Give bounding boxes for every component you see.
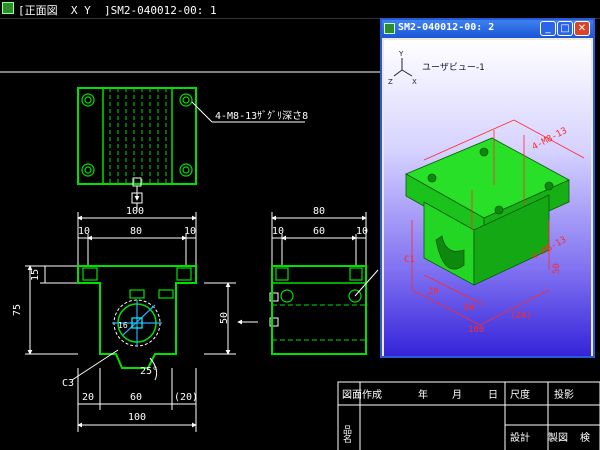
iso-dim-20r: (20) bbox=[510, 311, 532, 321]
title-block-name: 品名 bbox=[341, 425, 352, 444]
title-block-check: 検 bbox=[580, 431, 590, 444]
iso-dim-c1: C1 bbox=[404, 255, 415, 265]
title-block-projection: 投影 bbox=[554, 388, 574, 401]
title-block-created: 図面作成 bbox=[342, 389, 382, 401]
dim-50: 50 bbox=[219, 312, 230, 324]
view-label: ユーザビュー-1 bbox=[422, 63, 485, 73]
title-block-scale: 尺度 bbox=[510, 388, 530, 401]
bolt-hole bbox=[179, 163, 193, 177]
isometric-model: Y Z X 4-M8-13 C1 20 60 100 50 (20) 4-M8-… bbox=[388, 50, 585, 335]
side-dim-10a: 10 bbox=[272, 226, 284, 237]
dim-20: 20 bbox=[82, 392, 94, 403]
iso-dim-100: 100 bbox=[468, 325, 484, 335]
isometric-window-titlebar[interactable]: SM2-040012-00: 2 _ □ ✕ bbox=[382, 20, 593, 38]
bolt-hole bbox=[179, 93, 193, 107]
title-block-day: 日 bbox=[488, 390, 498, 401]
dim-80: 80 bbox=[130, 226, 142, 237]
title-block-drafting: 製図 bbox=[548, 431, 568, 444]
dim-c3: C3 bbox=[62, 378, 74, 389]
dim-15: 15 bbox=[30, 269, 41, 281]
top-width-dim: 100 bbox=[126, 206, 144, 217]
iso-dim-60: 60 bbox=[464, 303, 475, 313]
main-window-titlebar[interactable]: [正面図 X Y ]SM2-040012-00: 1 bbox=[0, 0, 600, 19]
side-dim-80: 80 bbox=[313, 206, 325, 217]
isometric-viewport[interactable]: Y Z X 4-M8-13 C1 20 60 100 50 (20) 4-M8-… bbox=[384, 40, 591, 356]
iso-dim-20: 20 bbox=[428, 287, 439, 297]
minimize-button[interactable]: _ bbox=[540, 21, 556, 36]
cad-app-icon bbox=[2, 2, 14, 14]
cad-app-icon bbox=[384, 23, 395, 34]
axis-z-label: Z bbox=[388, 78, 393, 86]
dim-20r: (20) bbox=[174, 392, 198, 403]
bolt-hole bbox=[81, 163, 95, 177]
dim-25deg: 25° bbox=[140, 366, 158, 377]
dim-10a: 10 bbox=[78, 226, 90, 237]
maximize-button[interactable]: □ bbox=[557, 21, 573, 36]
top-view bbox=[77, 87, 197, 201]
axis-x-icon bbox=[401, 69, 413, 77]
green-block bbox=[405, 137, 570, 286]
dim-10b: 10 bbox=[184, 226, 196, 237]
axis-z-icon bbox=[393, 69, 403, 77]
title-block-year: 年 bbox=[418, 388, 428, 401]
dim-100: 100 bbox=[128, 412, 146, 423]
hole-note: 4-M8-13ｻﾞｸﾞﾘ深さ8 bbox=[215, 110, 308, 122]
isometric-window-title: SM2-040012-00: 2 bbox=[398, 22, 495, 33]
title-block-design: 設計 bbox=[510, 431, 530, 444]
iso-dim-note: 4-M8-13 bbox=[531, 126, 569, 153]
close-button[interactable]: ✕ bbox=[574, 21, 590, 36]
main-window-title: [正面図 X Y ]SM2-040012-00: 1 bbox=[18, 4, 217, 17]
isometric-view-window[interactable]: SM2-040012-00: 2 _ □ ✕ Y Z X 4-M8-13 C1 … bbox=[380, 18, 595, 358]
side-dim-60: 60 bbox=[313, 226, 325, 237]
dim-75: 75 bbox=[12, 304, 23, 316]
side-view bbox=[271, 265, 367, 355]
bolt-hole bbox=[81, 93, 95, 107]
iso-dim-50: 50 bbox=[552, 263, 562, 274]
dim-16: 16 bbox=[118, 321, 128, 330]
title-block-month: 月 bbox=[452, 389, 462, 401]
top-view-outline bbox=[77, 87, 197, 185]
axis-x-label: X bbox=[412, 78, 417, 86]
side-dim-10b: 10 bbox=[356, 226, 368, 237]
dim-60: 60 bbox=[130, 392, 142, 403]
axis-y-label: Y bbox=[398, 50, 404, 58]
